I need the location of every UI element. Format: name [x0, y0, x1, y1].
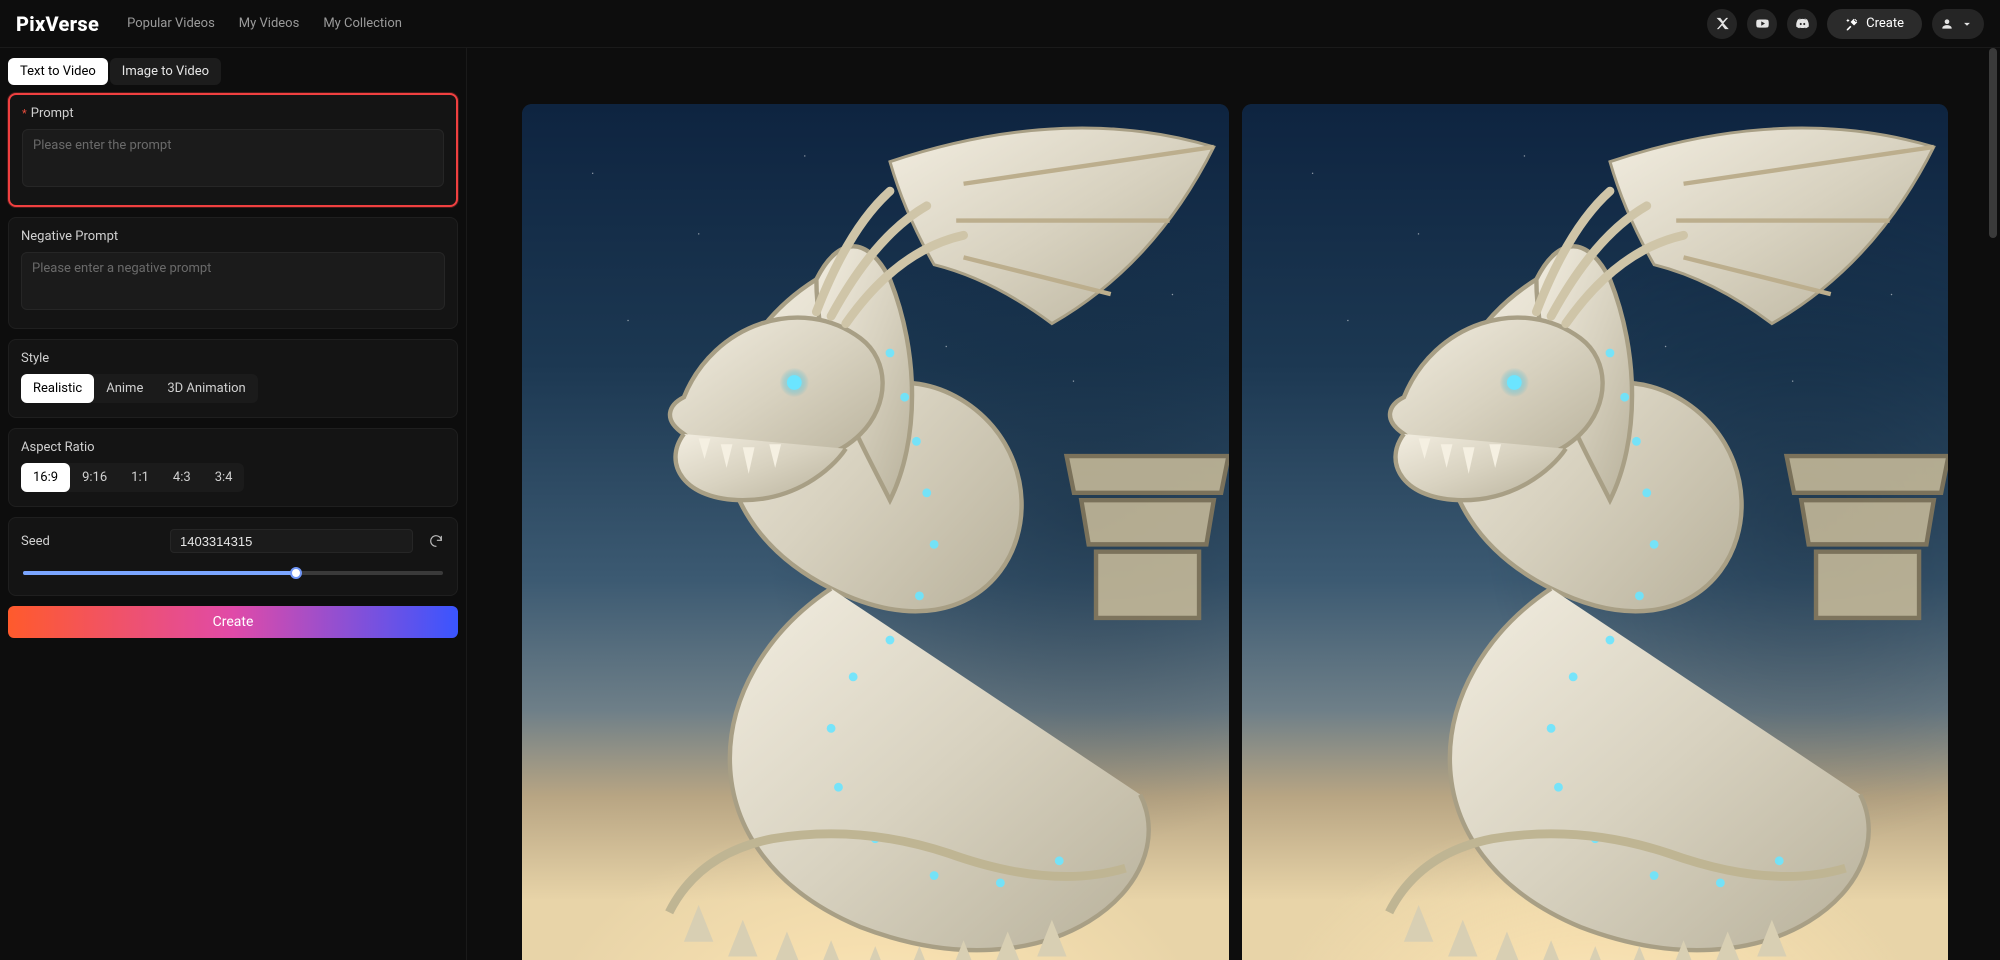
content-area [467, 48, 2000, 960]
header: PixVerse Popular Videos My Videos My Col… [0, 0, 2000, 48]
aspect-label: Aspect Ratio [21, 440, 445, 455]
nav-my-videos[interactable]: My Videos [239, 16, 300, 31]
dragon-illustration-icon [1242, 104, 1949, 960]
style-3d-animation[interactable]: 3D Animation [155, 374, 257, 403]
header-create-button[interactable]: Create [1827, 9, 1922, 39]
aspect-3-4[interactable]: 3:4 [203, 463, 245, 492]
preview-card-1[interactable] [522, 104, 1229, 960]
style-options: Realistic Anime 3D Animation [21, 374, 258, 403]
aspect-4-3[interactable]: 4:3 [161, 463, 203, 492]
seed-slider[interactable] [21, 565, 445, 581]
seed-input[interactable] [170, 529, 413, 553]
prompt-input[interactable] [22, 129, 444, 187]
aspect-16-9[interactable]: 16:9 [21, 463, 70, 492]
refresh-icon [428, 533, 444, 549]
required-star-icon: * [22, 107, 27, 120]
prompt-label: * Prompt [22, 106, 444, 121]
dragon-illustration-icon [522, 104, 1229, 960]
style-panel: Style Realistic Anime 3D Animation [8, 339, 458, 418]
style-label: Style [21, 351, 445, 366]
aspect-1-1[interactable]: 1:1 [119, 463, 161, 492]
discord-icon[interactable] [1787, 9, 1817, 39]
nav-links: Popular Videos My Videos My Collection [127, 16, 402, 31]
nav-popular-videos[interactable]: Popular Videos [127, 16, 215, 31]
youtube-icon[interactable] [1747, 9, 1777, 39]
prompt-panel: * Prompt [8, 93, 458, 207]
user-icon [1940, 17, 1954, 31]
negative-prompt-panel: Negative Prompt [8, 217, 458, 329]
aspect-9-16[interactable]: 9:16 [70, 463, 119, 492]
magic-wand-icon [1845, 17, 1859, 31]
create-button[interactable]: Create [8, 606, 458, 638]
scrollbar[interactable] [1989, 48, 1997, 238]
sidebar: Text to Video Image to Video * Prompt Ne… [0, 48, 467, 960]
header-right: Create [1707, 9, 1984, 39]
mode-tabs: Text to Video Image to Video [8, 58, 458, 85]
nav-my-collection[interactable]: My Collection [323, 16, 402, 31]
user-menu[interactable] [1932, 9, 1984, 39]
aspect-options: 16:9 9:16 1:1 4:3 3:4 [21, 463, 244, 492]
aspect-panel: Aspect Ratio 16:9 9:16 1:1 4:3 3:4 [8, 428, 458, 507]
x-social-icon[interactable] [1707, 9, 1737, 39]
seed-panel: Seed [8, 517, 458, 596]
preview-grid [522, 104, 1948, 960]
negative-prompt-input[interactable] [21, 252, 445, 310]
negative-prompt-label: Negative Prompt [21, 229, 445, 244]
chevron-down-icon [1960, 17, 1974, 31]
preview-card-2[interactable] [1242, 104, 1949, 960]
seed-label: Seed [21, 534, 50, 549]
tab-text-to-video[interactable]: Text to Video [8, 58, 108, 85]
tab-image-to-video[interactable]: Image to Video [110, 58, 221, 85]
logo[interactable]: PixVerse [16, 12, 99, 36]
style-realistic[interactable]: Realistic [21, 374, 94, 403]
header-create-label: Create [1866, 16, 1904, 31]
main: Text to Video Image to Video * Prompt Ne… [0, 48, 2000, 960]
style-anime[interactable]: Anime [94, 374, 155, 403]
seed-refresh-button[interactable] [427, 532, 445, 550]
